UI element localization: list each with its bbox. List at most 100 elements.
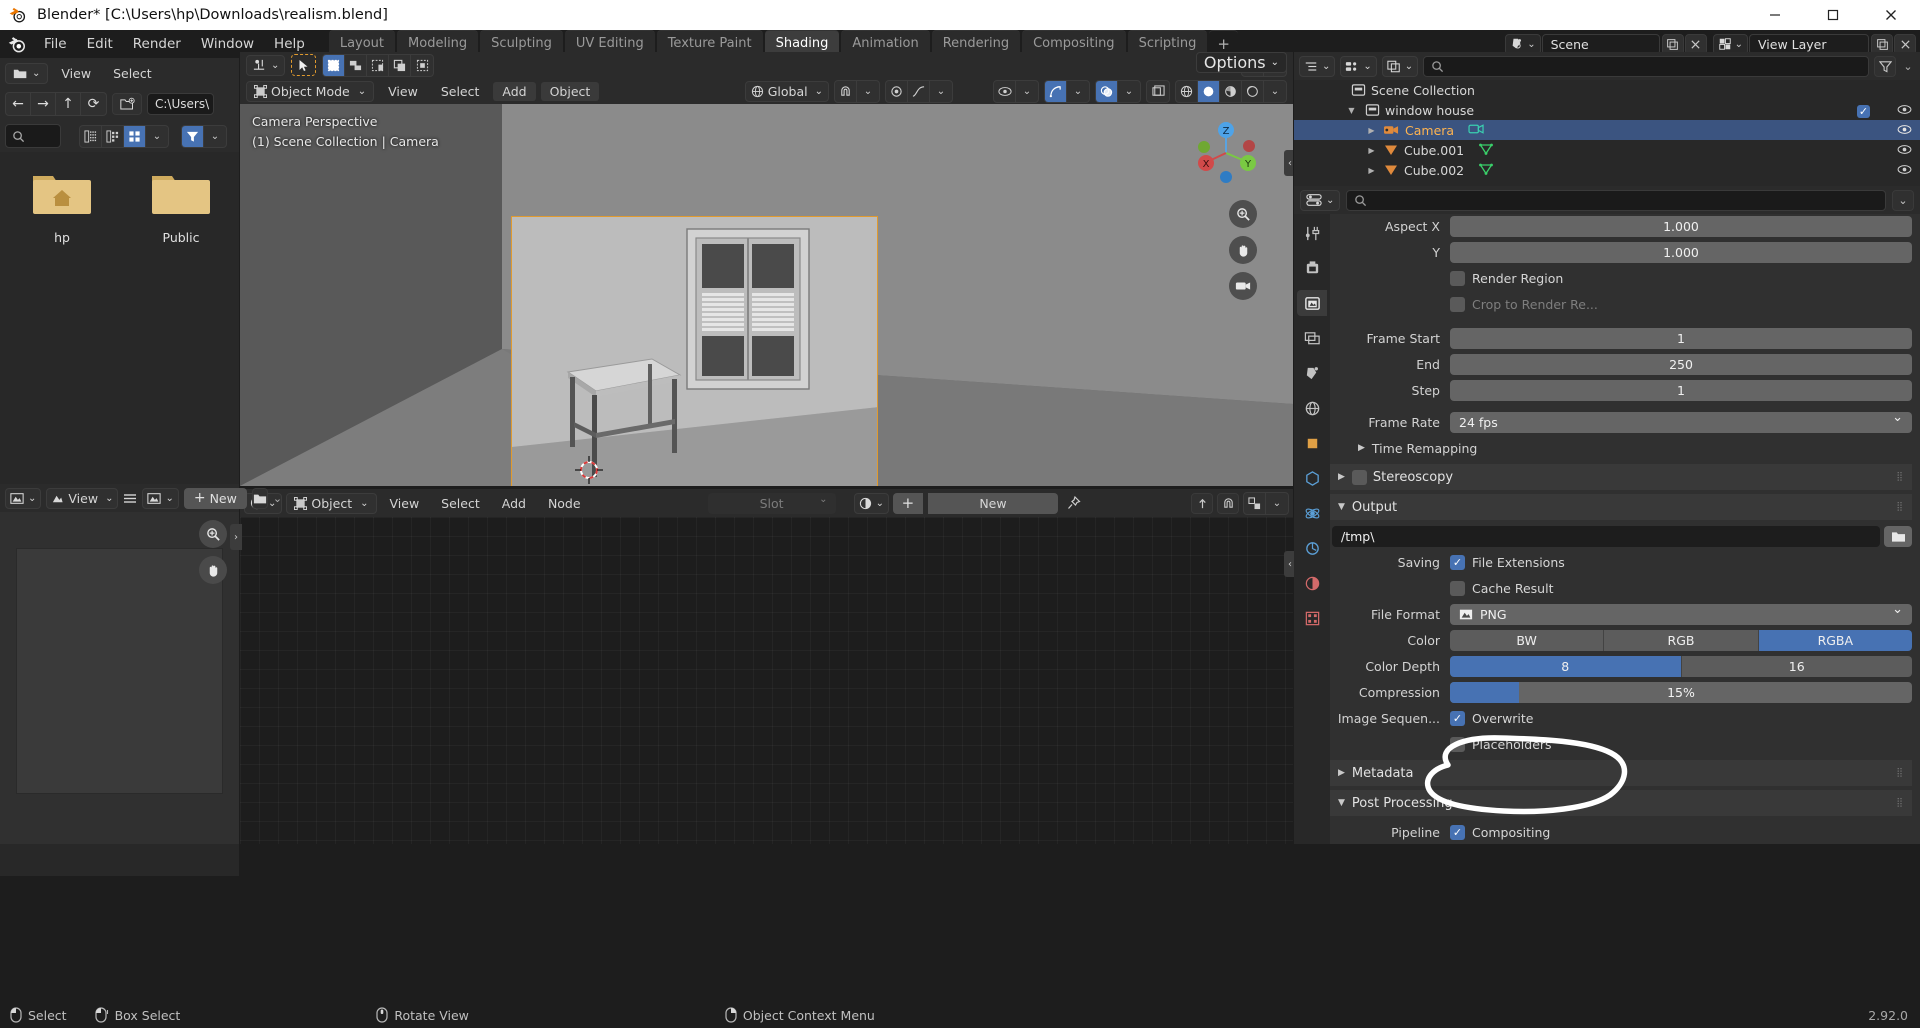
image-editor-type-button[interactable]: ⌄ <box>5 487 42 509</box>
disclosure-triangle[interactable]: ▶ <box>1366 146 1377 155</box>
visibility-eye-icon[interactable] <box>994 80 1016 102</box>
new-material-button[interactable]: New <box>927 492 1058 514</box>
falloff-icon[interactable] <box>908 80 930 102</box>
new-image-button[interactable]: + New <box>183 487 247 509</box>
falloff-dropdown-icon[interactable]: ⌄ <box>930 81 952 102</box>
output-path-input[interactable]: /tmp\ <box>1332 525 1880 547</box>
properties-search-input[interactable] <box>1346 189 1886 211</box>
visibility-dropdown-icon[interactable]: ⌄ <box>1016 81 1038 102</box>
display-mode-horizontal-list-icon[interactable] <box>102 125 124 147</box>
render-region-checkbox[interactable] <box>1450 270 1465 286</box>
select-intersect-icon[interactable] <box>411 55 433 76</box>
browse-output-folder-button[interactable] <box>1884 525 1912 547</box>
create-directory-button[interactable] <box>112 93 142 115</box>
frame-step-input[interactable]: 1 <box>1450 379 1912 401</box>
shading-wireframe-icon[interactable] <box>1176 80 1198 102</box>
menu-edit[interactable]: Edit <box>77 33 123 55</box>
tab-constraint[interactable] <box>1297 535 1327 561</box>
visibility-eye-icon[interactable] <box>1897 143 1912 158</box>
snap-node-button[interactable] <box>1191 492 1213 514</box>
forward-icon[interactable]: → <box>31 93 56 115</box>
node-snap-toggle[interactable] <box>1217 492 1239 514</box>
overlays-icon[interactable] <box>1096 80 1118 102</box>
image-sidebar-toggle-arrow[interactable]: › <box>230 524 242 550</box>
menu-file[interactable]: File <box>34 33 77 55</box>
frame-rate-dropdown[interactable]: 24 fps <box>1450 410 1912 433</box>
compression-slider[interactable]: 15% <box>1450 681 1912 703</box>
overwrite-checkbox[interactable]: ✓ <box>1450 710 1465 726</box>
maximize-button[interactable] <box>1804 0 1862 30</box>
placeholders-checkbox[interactable] <box>1450 736 1465 752</box>
xray-icon[interactable] <box>1147 81 1169 102</box>
outliner-search-input[interactable] <box>1423 55 1869 77</box>
proportional-circle-icon[interactable] <box>886 80 908 102</box>
tab-physics[interactable] <box>1297 500 1327 526</box>
ie-pan-button[interactable] <box>199 556 227 584</box>
cursor-tool-button[interactable] <box>291 54 317 76</box>
outliner-row-cube-002[interactable]: ▶ Cube.002 <box>1294 160 1920 180</box>
mesh-data-icon[interactable] <box>1478 142 1494 159</box>
sh-menu-add[interactable]: Add <box>493 494 535 513</box>
outliner-filter-dropdown[interactable]: ⌄ <box>1901 60 1915 73</box>
frame-start-input[interactable]: 1 <box>1450 327 1912 349</box>
shading-solid-icon[interactable] <box>1198 80 1220 102</box>
vp-menu-add[interactable]: Add <box>493 81 536 101</box>
list-item[interactable]: Public <box>145 170 217 245</box>
outliner-row-camera[interactable]: ▶ Camera <box>1294 120 1920 140</box>
disclosure-triangle[interactable]: ▼ <box>1346 106 1357 115</box>
outliner-row-scene-collection[interactable]: Scene Collection <box>1294 80 1920 100</box>
gizmo-icon[interactable] <box>1045 80 1067 102</box>
tab-object[interactable] <box>1297 430 1327 456</box>
color-option-rgba[interactable]: RGBA <box>1758 629 1912 651</box>
file-path-input[interactable]: C:\Users\ <box>147 93 214 115</box>
select-box-icon[interactable] <box>323 54 346 76</box>
post-processing-section[interactable]: ▼ Post Processing ⣿ <box>1330 790 1912 816</box>
shader-node-canvas[interactable]: ‹ <box>240 517 1296 844</box>
editor-type-button[interactable]: ⌄ <box>5 62 49 84</box>
sh-menu-select[interactable]: Select <box>432 494 489 513</box>
shading-rendered-icon[interactable] <box>1242 80 1264 102</box>
node-overlay-icon[interactable] <box>1244 492 1266 514</box>
cache-result-checkbox[interactable] <box>1450 580 1465 596</box>
visibility-eye-icon[interactable] <box>1897 123 1912 138</box>
file-extensions-checkbox[interactable]: ✓ <box>1450 554 1465 570</box>
viewport-canvas[interactable]: Camera Perspective (1) Scene Collection … <box>240 104 1293 486</box>
camera-data-icon[interactable] <box>1468 122 1485 139</box>
collection-checkbox[interactable]: ✓ <box>1857 103 1870 118</box>
sidebar-toggle-arrow[interactable]: ‹ <box>1284 150 1293 176</box>
pan-button[interactable] <box>1229 236 1257 264</box>
disclosure-triangle[interactable]: ▶ <box>1366 126 1377 135</box>
vp-menu-select[interactable]: Select <box>432 82 489 101</box>
list-item[interactable]: hp <box>26 170 98 245</box>
tab-view-layer[interactable] <box>1297 325 1327 351</box>
camera-view-button[interactable] <box>1229 272 1257 300</box>
output-section[interactable]: ▼ Output ⣿ <box>1330 494 1912 520</box>
gizmo-dropdown-icon[interactable]: ⌄ <box>1067 81 1089 102</box>
refresh-icon[interactable]: ⟳ <box>81 93 106 115</box>
menu-render[interactable]: Render <box>123 33 191 55</box>
add-material-button[interactable]: + <box>892 492 923 514</box>
frame-end-input[interactable]: 250 <box>1450 353 1912 375</box>
image-editor-canvas[interactable]: › <box>0 512 242 844</box>
shader-context-dropdown[interactable]: Object ⌄ <box>286 492 377 514</box>
vp-menu-view[interactable]: View <box>379 82 427 101</box>
tab-scene[interactable] <box>1297 360 1327 386</box>
visibility-eye-icon[interactable] <box>1897 103 1912 118</box>
color-depth-option-16[interactable]: 16 <box>1681 655 1912 677</box>
image-editor-mode-button[interactable]: View ⌄ <box>46 487 119 509</box>
tab-render[interactable] <box>1297 255 1327 281</box>
close-button[interactable] <box>1862 0 1920 30</box>
overlays-dropdown-icon[interactable]: ⌄ <box>1118 81 1140 102</box>
stereoscopy-section[interactable]: ▶ Stereoscopy ⣿ <box>1330 464 1912 490</box>
navigation-gizmo[interactable]: Z Y X <box>1193 120 1259 186</box>
browse-material-button[interactable]: ⌄ <box>853 492 889 514</box>
outliner-filter-display-button[interactable]: ⌄ <box>1381 55 1419 77</box>
parent-dir-icon[interactable]: ↑ <box>56 93 81 115</box>
display-mode-dropdown-icon[interactable]: ⌄ <box>146 126 168 147</box>
tab-material[interactable] <box>1297 570 1327 596</box>
fb-menu-view[interactable]: View <box>52 64 100 83</box>
aspect-x-input[interactable]: 1.000 <box>1450 215 1912 237</box>
outliner-row-cube-001[interactable]: ▶ Cube.001 <box>1294 140 1920 160</box>
open-image-button[interactable] <box>251 487 268 509</box>
material-slot-dropdown[interactable]: Slot ⌄ <box>707 492 836 514</box>
